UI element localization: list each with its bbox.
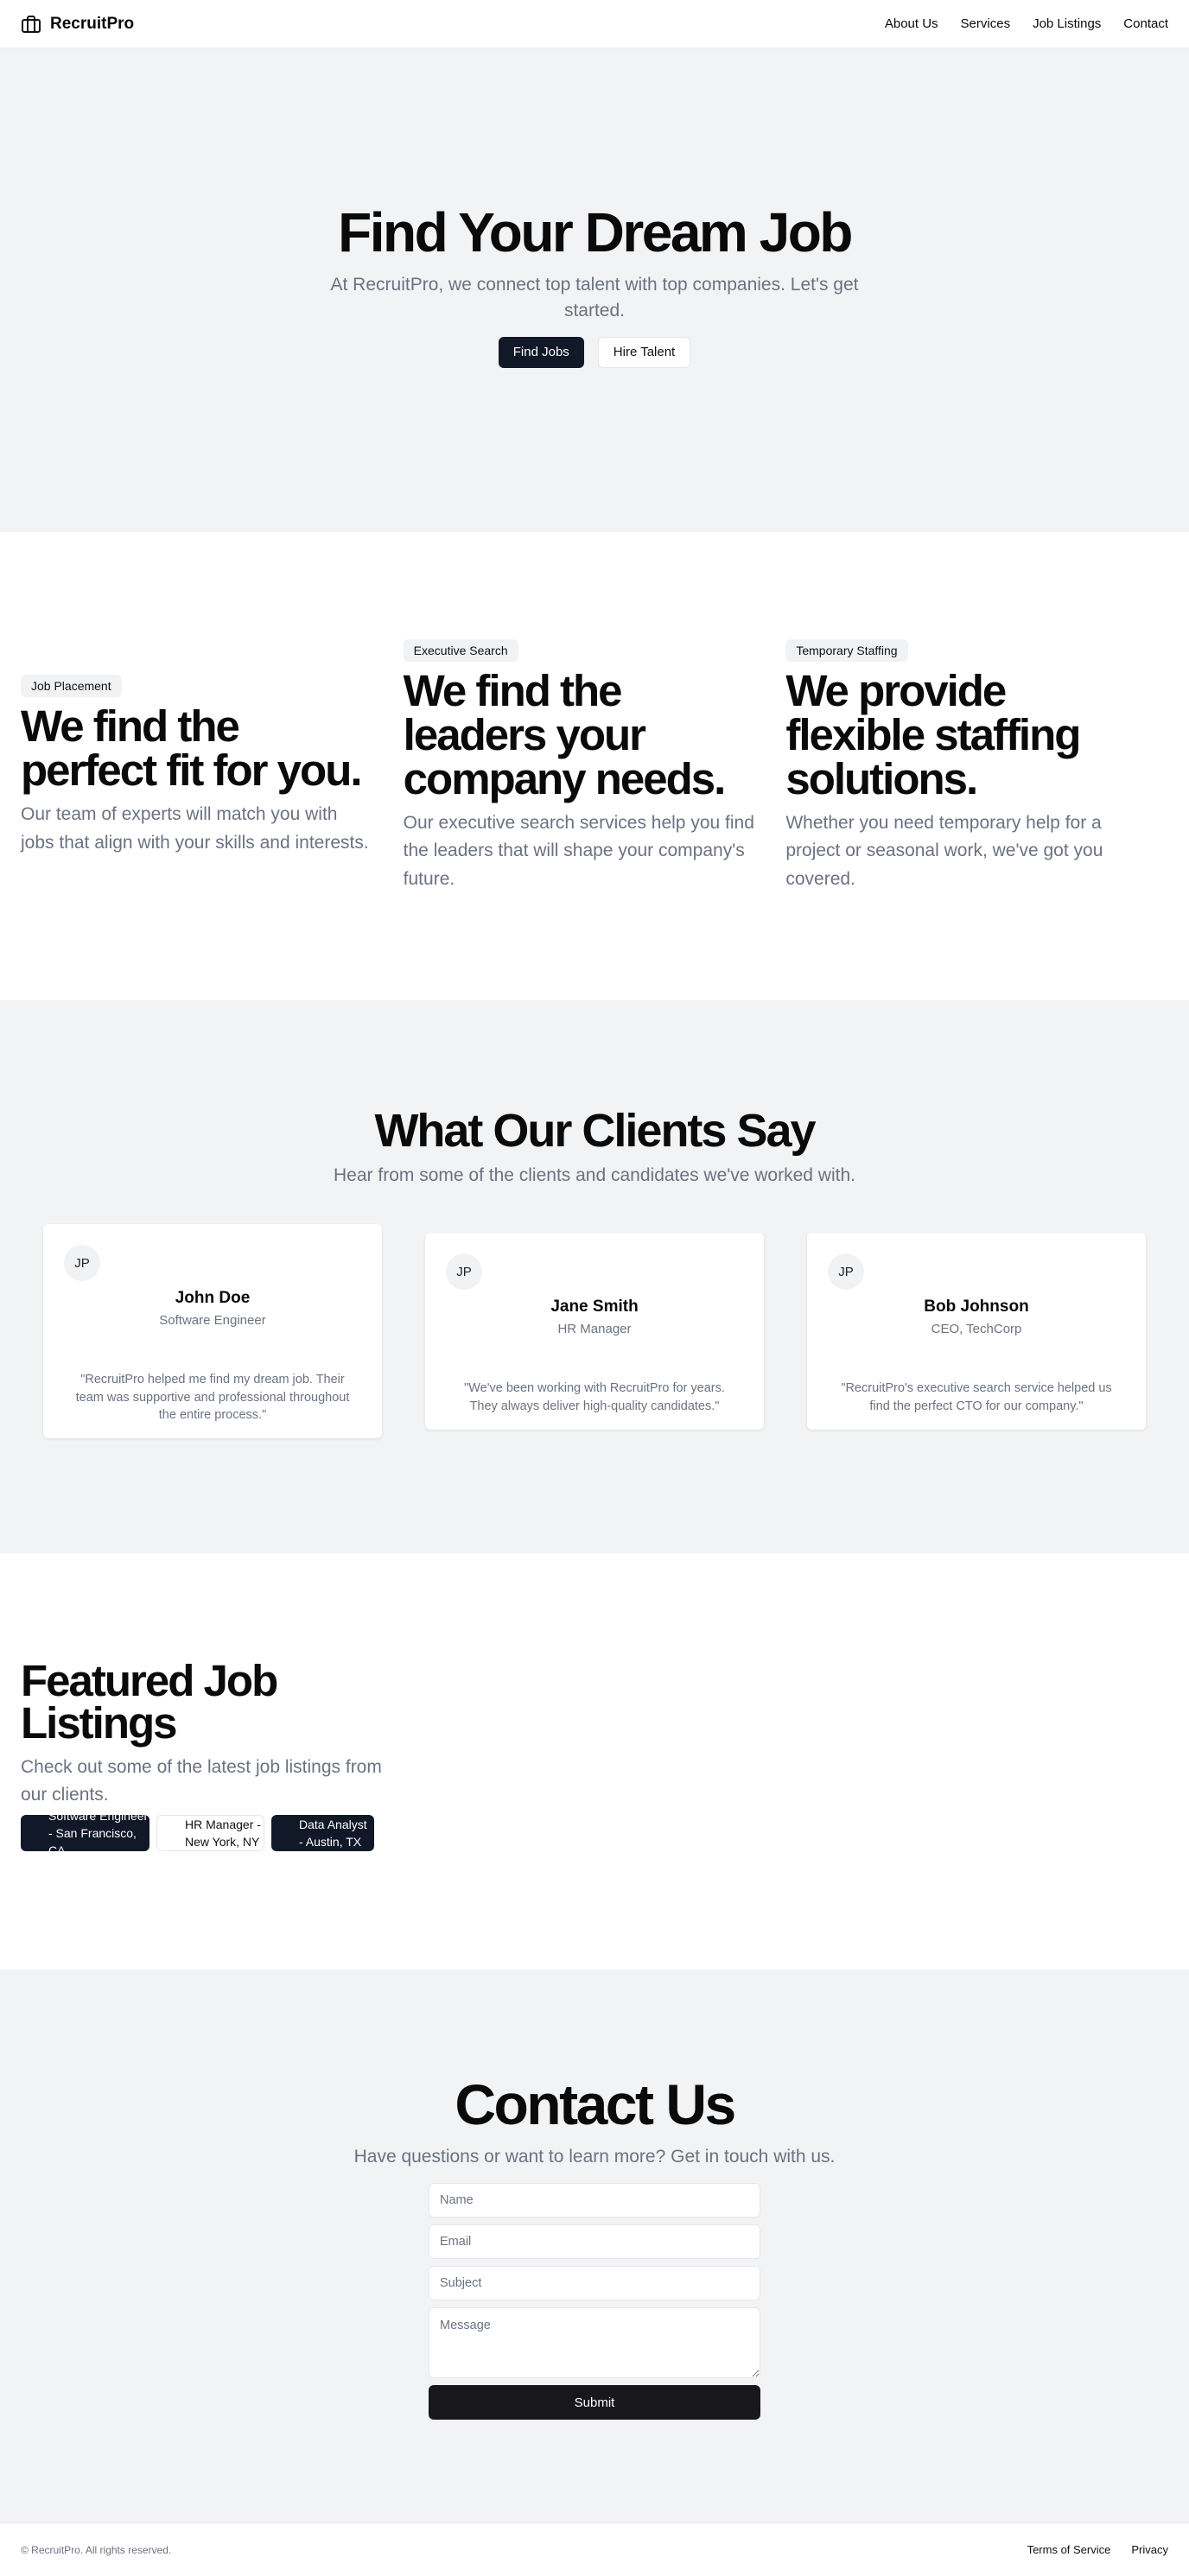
message-field[interactable] bbox=[429, 2307, 760, 2379]
job-listing-label: HR Manager - New York, NY bbox=[185, 1818, 261, 1849]
testimonial-card: JP Bob Johnson CEO, TechCorp "RecruitPro… bbox=[807, 1233, 1146, 1431]
service-text: Whether you need temporary help for a pr… bbox=[785, 812, 1103, 889]
testimonial-role: CEO, TechCorp bbox=[931, 1322, 1022, 1337]
avatar: JP bbox=[446, 1253, 482, 1291]
testimonial-quote: "RecruitPro helped me find my dream job.… bbox=[75, 1373, 350, 1422]
featured-jobs-section: Featured Job Listings Check out some of … bbox=[0, 1553, 1189, 1970]
testimonials-subtitle: Hear from some of the clients and candid… bbox=[334, 1165, 855, 1186]
terms-of-service-link[interactable]: Terms of Service bbox=[1027, 2543, 1111, 2556]
submit-button[interactable]: Submit bbox=[429, 2385, 760, 2421]
testimonial-card: JP Jane Smith HR Manager "We've been wor… bbox=[425, 1233, 764, 1431]
testimonial-role: Software Engineer bbox=[159, 1313, 266, 1329]
hero-buttons: Find Jobs Hire Talent bbox=[498, 336, 691, 368]
copyright-text: © RecruitPro. All rights reserved. bbox=[21, 2543, 172, 2556]
name-field[interactable] bbox=[429, 2183, 760, 2218]
contact-form: Submit bbox=[429, 2183, 760, 2421]
testimonial-quote: "We've been working with RecruitPro for … bbox=[464, 1381, 725, 1413]
service-text: Our team of experts will match you with … bbox=[21, 804, 369, 853]
nav-contact[interactable]: Contact bbox=[1123, 16, 1168, 31]
service-badge: Temporary Staffing bbox=[785, 638, 908, 662]
hero-subtitle: At RecruitPro, we connect top talent wit… bbox=[330, 275, 859, 320]
testimonial-role: HR Manager bbox=[557, 1322, 632, 1337]
service-title: We find the perfect fit for you. bbox=[21, 701, 363, 796]
privacy-link[interactable]: Privacy bbox=[1131, 2543, 1168, 2556]
page: RecruitPro About Us Services Job Listing… bbox=[0, 0, 1189, 2576]
site-footer: © RecruitPro. All rights reserved. Terms… bbox=[0, 2522, 1189, 2576]
testimonials-title: What Our Clients Say bbox=[374, 1105, 816, 1157]
job-listing-buttons: Software Engineer - San Francisco, CA HR… bbox=[21, 1815, 1168, 1851]
testimonial-name: Jane Smith bbox=[550, 1298, 639, 1317]
brand[interactable]: RecruitPro bbox=[21, 14, 134, 35]
brand-name: RecruitPro bbox=[50, 14, 135, 33]
contact-title: Contact Us bbox=[455, 2072, 736, 2136]
avatar: JP bbox=[828, 1253, 864, 1291]
service-executive-search: Executive Search We find the leaders you… bbox=[403, 638, 786, 894]
services-section: Job Placement We find the perfect fit fo… bbox=[0, 532, 1189, 1000]
nav-job-listings[interactable]: Job Listings bbox=[1033, 16, 1101, 31]
briefcase-icon bbox=[21, 14, 41, 35]
email-field[interactable] bbox=[429, 2224, 760, 2260]
job-listing-label: Data Analyst - Austin, TX bbox=[299, 1818, 367, 1849]
testimonial-name: John Doe bbox=[175, 1289, 251, 1308]
site-header: RecruitPro About Us Services Job Listing… bbox=[0, 0, 1189, 48]
hero-section: Find Your Dream Job At RecruitPro, we co… bbox=[0, 48, 1189, 532]
service-text: Our executive search services help you f… bbox=[403, 812, 754, 889]
service-badge: Job Placement bbox=[21, 675, 122, 698]
job-listing-button[interactable]: Software Engineer - San Francisco, CA bbox=[21, 1815, 149, 1851]
find-jobs-button[interactable]: Find Jobs bbox=[498, 336, 584, 368]
testimonial-name: Bob Johnson bbox=[924, 1298, 1029, 1317]
testimonial-quote: "RecruitPro's executive search service h… bbox=[841, 1381, 1112, 1413]
nav-services[interactable]: Services bbox=[961, 16, 1011, 31]
hero-title: Find Your Dream Job bbox=[338, 201, 853, 264]
contact-section: Contact Us Have questions or want to lea… bbox=[0, 1970, 1189, 2522]
nav-about-us[interactable]: About Us bbox=[885, 16, 938, 31]
service-job-placement: Job Placement We find the perfect fit fo… bbox=[21, 675, 404, 857]
job-listing-label: Software Engineer - San Francisco, CA bbox=[48, 1815, 149, 1851]
jobs-subtitle: Check out some of the latest job listing… bbox=[21, 1756, 382, 1805]
contact-subtitle: Have questions or want to learn more? Ge… bbox=[353, 2147, 836, 2167]
hire-talent-button[interactable]: Hire Talent bbox=[597, 336, 691, 368]
avatar: JP bbox=[64, 1245, 100, 1282]
job-listing-button[interactable]: Data Analyst - Austin, TX bbox=[271, 1815, 374, 1851]
service-badge: Executive Search bbox=[403, 638, 518, 662]
service-temporary-staffing: Temporary Staffing We provide flexible s… bbox=[785, 638, 1168, 894]
footer-links: Terms of Service Privacy bbox=[1027, 2543, 1168, 2556]
service-title: We provide flexible staffing solutions. bbox=[785, 665, 1081, 803]
service-title: We find the leaders your company needs. bbox=[403, 665, 727, 803]
main-nav: About Us Services Job Listings Contact bbox=[885, 16, 1168, 31]
testimonials-section: What Our Clients Say Hear from some of t… bbox=[0, 1000, 1189, 1553]
testimonial-cards: JP John Doe Software Engineer "RecruitPr… bbox=[0, 1224, 1189, 1439]
job-listing-button[interactable]: HR Manager - New York, NY bbox=[156, 1815, 264, 1851]
testimonial-card: JP John Doe Software Engineer "RecruitPr… bbox=[43, 1224, 382, 1439]
jobs-title: Featured Job Listings bbox=[21, 1656, 278, 1748]
subject-field[interactable] bbox=[429, 2266, 760, 2301]
